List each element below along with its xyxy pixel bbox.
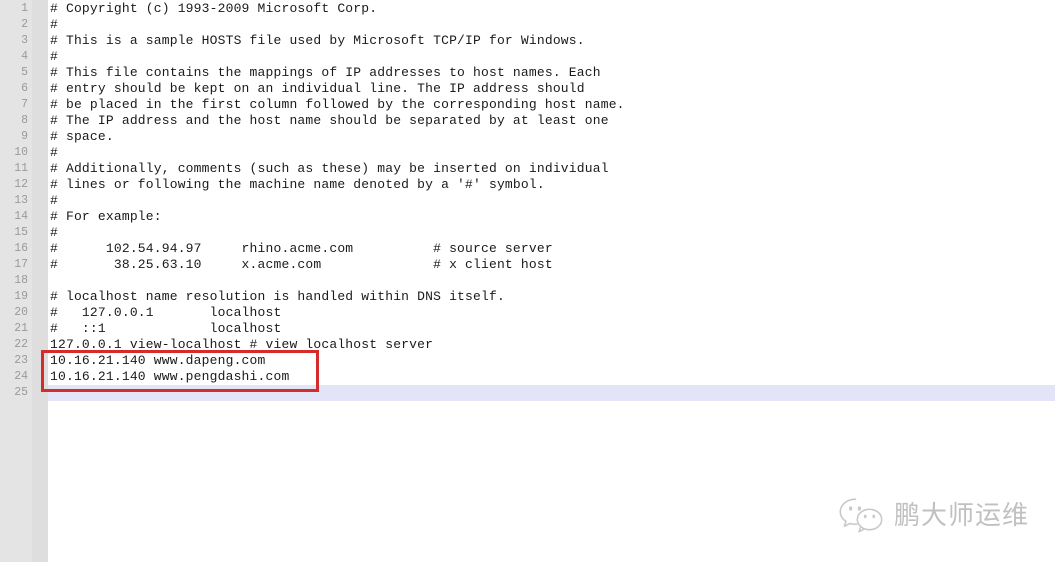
code-line-row[interactable]: 22 127.0.0.1 view-localhost # view localh…	[0, 337, 1059, 353]
line-number: 13	[14, 194, 28, 207]
code-line-row[interactable]: 16 # 102.54.94.97 rhino.acme.com # source…	[0, 241, 1059, 257]
line-text[interactable]: 127.0.0.1 view-localhost # view localhos…	[50, 337, 433, 353]
line-number: 18	[14, 274, 28, 287]
code-line-row[interactable]: 4 #	[0, 49, 1059, 65]
line-number: 16	[14, 242, 28, 255]
line-number: 25	[14, 386, 28, 399]
line-number: 5	[21, 66, 28, 79]
code-line-row[interactable]: 25	[0, 385, 1059, 401]
line-text[interactable]: # entry should be kept on an individual …	[50, 81, 585, 97]
line-number: 14	[14, 210, 28, 223]
line-text[interactable]: # localhost name resolution is handled w…	[50, 289, 505, 305]
code-line-row[interactable]: 12 # lines or following the machine name …	[0, 177, 1059, 193]
line-text[interactable]: #	[50, 225, 58, 241]
code-line-row[interactable]: 23 10.16.21.140 www.dapeng.com	[0, 353, 1059, 369]
line-text[interactable]: # 127.0.0.1 localhost	[50, 305, 281, 321]
line-number: 22	[14, 338, 28, 351]
line-number: 24	[14, 370, 28, 383]
line-text[interactable]: #	[50, 193, 58, 209]
line-text[interactable]: # This is a sample HOSTS file used by Mi…	[50, 33, 585, 49]
code-line-row[interactable]: 7 # be placed in the first column followe…	[0, 97, 1059, 113]
code-line-row[interactable]: 1 # Copyright (c) 1993-2009 Microsoft Cor…	[0, 1, 1059, 17]
code-line-row[interactable]: 17 # 38.25.63.10 x.acme.com # x client ho…	[0, 257, 1059, 273]
line-text[interactable]: # 38.25.63.10 x.acme.com # x client host	[50, 257, 553, 273]
line-number: 17	[14, 258, 28, 271]
line-number: 23	[14, 354, 28, 367]
wechat-icon	[839, 498, 883, 533]
code-line-row[interactable]: 18	[0, 273, 1059, 289]
line-number: 6	[21, 82, 28, 95]
line-number: 19	[14, 290, 28, 303]
code-line-row[interactable]: 2 #	[0, 17, 1059, 33]
line-number: 1	[21, 2, 28, 15]
code-line-row[interactable]: 5 # This file contains the mappings of IP…	[0, 65, 1059, 81]
line-number: 9	[21, 130, 28, 143]
line-text[interactable]: # This file contains the mappings of IP …	[50, 65, 601, 81]
code-line-row[interactable]: 20 # 127.0.0.1 localhost	[0, 305, 1059, 321]
line-text[interactable]: # The IP address and the host name shoul…	[50, 113, 609, 129]
code-line-row[interactable]: 8 # The IP address and the host name shou…	[0, 113, 1059, 129]
line-number: 21	[14, 322, 28, 335]
line-number: 8	[21, 114, 28, 127]
text-editor[interactable]: 1 # Copyright (c) 1993-2009 Microsoft Cor…	[0, 0, 1059, 562]
line-number: 4	[21, 50, 28, 63]
code-line-row[interactable]: 6 # entry should be kept on an individual…	[0, 81, 1059, 97]
line-number: 12	[14, 178, 28, 191]
line-number: 3	[21, 34, 28, 47]
line-number: 20	[14, 306, 28, 319]
line-text[interactable]: # Additionally, comments (such as these)…	[50, 161, 609, 177]
line-text[interactable]: # Copyright (c) 1993-2009 Microsoft Corp…	[50, 1, 377, 17]
code-line-row[interactable]: 3 # This is a sample HOSTS file used by M…	[0, 33, 1059, 49]
code-line-row[interactable]: 9 # space.	[0, 129, 1059, 145]
line-text[interactable]: # 102.54.94.97 rhino.acme.com # source s…	[50, 241, 553, 257]
watermark-text: 鹏大师运维	[894, 501, 1030, 531]
watermark: 鹏大师运维	[838, 492, 1038, 540]
code-line-row[interactable]: 15 #	[0, 225, 1059, 241]
code-line-row[interactable]: 10 #	[0, 145, 1059, 161]
line-text[interactable]: 10.16.21.140 www.dapeng.com	[50, 353, 266, 369]
code-line-row[interactable]: 21 # ::1 localhost	[0, 321, 1059, 337]
code-line-row[interactable]: 14 # For example:	[0, 209, 1059, 225]
code-line-row[interactable]: 11 # Additionally, comments (such as thes…	[0, 161, 1059, 177]
line-text[interactable]: #	[50, 145, 58, 161]
line-number: 10	[14, 146, 28, 159]
line-text[interactable]: #	[50, 17, 58, 33]
line-number: 11	[14, 162, 28, 175]
line-text[interactable]: # ::1 localhost	[50, 321, 281, 337]
code-line-row[interactable]: 13 #	[0, 193, 1059, 209]
line-text[interactable]: # be placed in the first column followed…	[50, 97, 625, 113]
code-line-row[interactable]: 24 10.16.21.140 www.pengdashi.com	[0, 369, 1059, 385]
line-number: 7	[21, 98, 28, 111]
line-text[interactable]: # space.	[50, 129, 114, 145]
line-text[interactable]: # lines or following the machine name de…	[50, 177, 545, 193]
line-text[interactable]: #	[50, 49, 58, 65]
line-text[interactable]: 10.16.21.140 www.pengdashi.com	[50, 369, 289, 385]
line-number: 15	[14, 226, 28, 239]
line-number: 2	[21, 18, 28, 31]
line-text[interactable]: # For example:	[50, 209, 162, 225]
code-line-row[interactable]: 19 # localhost name resolution is handled…	[0, 289, 1059, 305]
